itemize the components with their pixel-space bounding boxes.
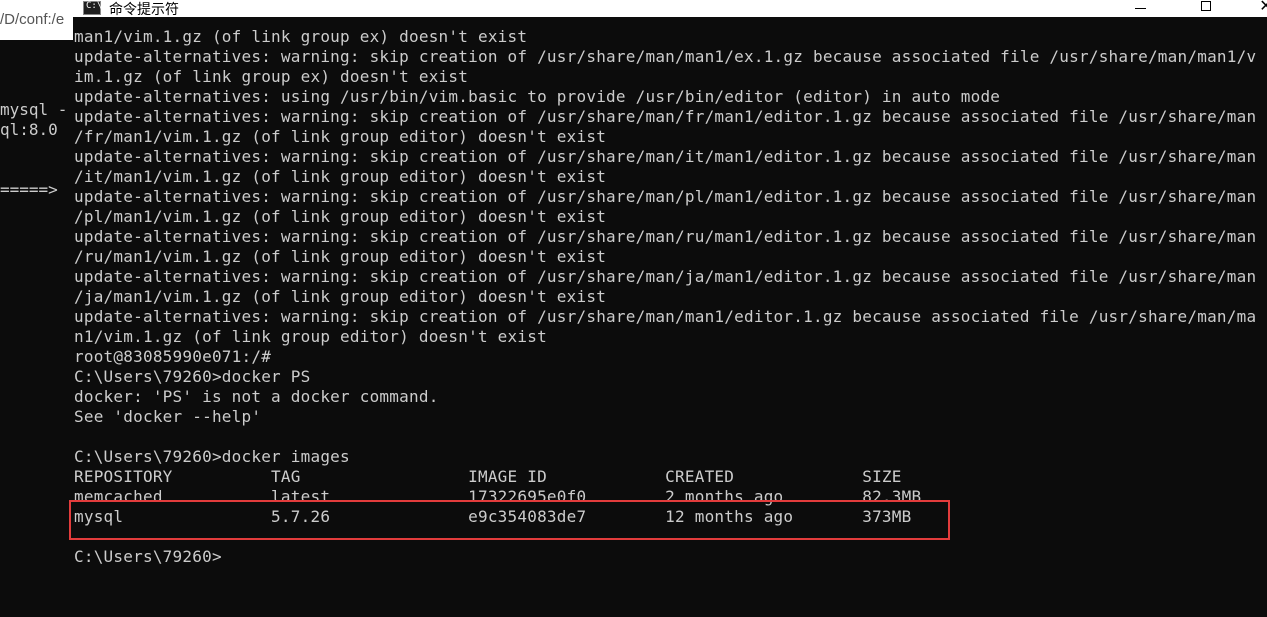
- background-window: /D/conf:/e mysql - ql:8.0 =====>: [0, 0, 73, 617]
- command-line: C:\Users\79260>docker PS: [74, 367, 311, 386]
- console-line: im.1.gz (of link group ex) doesn't exist: [74, 67, 469, 86]
- cmd-app-icon[interactable]: C:\: [83, 1, 102, 15]
- console-line: update-alternatives: warning: skip creat…: [74, 227, 1257, 246]
- maximize-button[interactable]: [1183, 0, 1229, 17]
- highlight-annotation-box: [69, 500, 950, 540]
- command-line: C:\Users\79260>docker images: [74, 447, 350, 466]
- help-hint-line: See 'docker --help': [74, 407, 262, 426]
- console-line: /pl/man1/vim.1.gz (of link group editor)…: [74, 207, 607, 226]
- console-line: update-alternatives: warning: skip creat…: [74, 307, 1257, 326]
- console-line: update-alternatives: warning: skip creat…: [74, 107, 1257, 126]
- console-line: man1/vim.1.gz (of link group ex) doesn't…: [74, 27, 528, 46]
- close-button[interactable]: ✕: [1243, 0, 1267, 17]
- shell-prompt-line: root@83085990e071:/#: [74, 347, 272, 366]
- minimize-button[interactable]: [1117, 0, 1163, 17]
- window-titlebar[interactable]: C:\ 命令提示符 ✕: [73, 0, 1267, 18]
- console-line: /ja/man1/vim.1.gz (of link group editor)…: [74, 287, 607, 306]
- error-line: docker: 'PS' is not a docker command.: [74, 387, 439, 406]
- console-line: update-alternatives: warning: skip creat…: [74, 267, 1257, 286]
- console-line: update-alternatives: warning: skip creat…: [74, 187, 1257, 206]
- console-line: /fr/man1/vim.1.gz (of link group editor)…: [74, 127, 607, 146]
- console-line: update-alternatives: warning: skip creat…: [74, 147, 1257, 166]
- console-line: n1/vim.1.gz (of link group editor) doesn…: [74, 327, 547, 346]
- background-window-titlebar: /D/conf:/e: [0, 0, 73, 40]
- console-line: update-alternatives: warning: skip creat…: [74, 47, 1257, 66]
- window-title: 命令提示符: [109, 2, 179, 18]
- console-line: update-alternatives: using /usr/bin/vim.…: [74, 87, 1001, 106]
- console-line: /ru/man1/vim.1.gz (of link group editor)…: [74, 247, 607, 266]
- background-window-title: /D/conf:/e: [0, 11, 65, 28]
- images-table-header: REPOSITORY TAG IMAGE ID CREATED SIZE: [74, 467, 902, 486]
- background-window-line: mysql -: [0, 100, 68, 119]
- close-icon: ✕: [1259, 0, 1267, 15]
- console-line: /it/man1/vim.1.gz (of link group editor)…: [74, 167, 607, 186]
- background-window-line: =====>: [0, 180, 58, 199]
- minimize-icon: [1134, 8, 1146, 9]
- current-prompt[interactable]: C:\Users\79260>: [74, 547, 1267, 567]
- background-window-line: ql:8.0: [0, 120, 58, 139]
- maximize-icon: [1201, 0, 1211, 11]
